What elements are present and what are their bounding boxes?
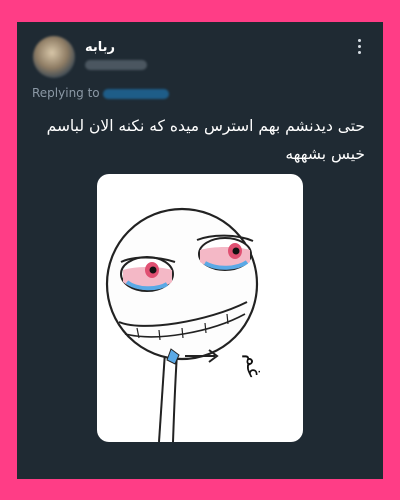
user-handle-blurred [85, 60, 147, 70]
tweet-card[interactable]: ربابه Replying to حتی دیدنشم بهم استرس م… [17, 22, 383, 479]
replying-to-line: Replying to [32, 86, 169, 100]
replying-label: Replying to [32, 86, 100, 100]
user-avatar[interactable] [33, 36, 75, 78]
image-caption: غم [242, 354, 266, 378]
display-name[interactable]: ربابه [85, 40, 115, 55]
tweet-text: حتی دیدنشم بهم استرس میده که نکنه الان ل… [46, 117, 365, 163]
more-options-icon[interactable] [356, 39, 362, 57]
meme-illustration: غم [105, 207, 266, 442]
reply-handle-blurred[interactable] [102, 88, 169, 99]
tweet-image[interactable]: غم [97, 174, 303, 442]
